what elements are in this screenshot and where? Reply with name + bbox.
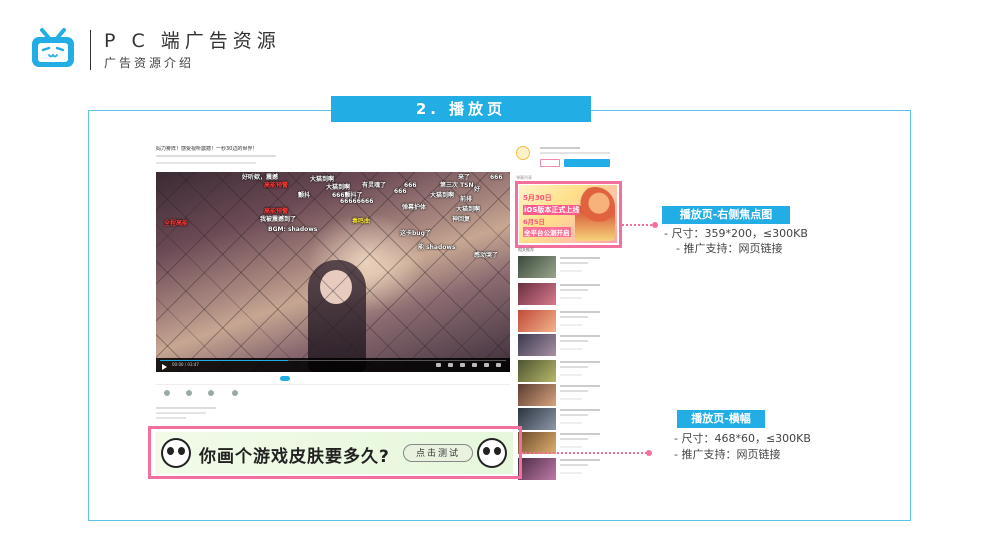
page-subtitle: 广告资源介绍 — [104, 56, 195, 70]
related-label: 相关推荐 — [518, 247, 534, 252]
danmaku-comment: 我被震撼到了 — [260, 216, 297, 223]
list-item[interactable] — [518, 384, 614, 406]
video-meta-line — [156, 162, 256, 164]
danmaku-comment: 第三次 TSN — [440, 182, 474, 189]
danmaku-comment: 有灵魂了 — [362, 182, 387, 189]
like-button[interactable] — [164, 390, 172, 397]
video-desc-line — [156, 417, 186, 419]
page-title: P C 端广告资源 — [104, 30, 281, 52]
list-item[interactable] — [518, 334, 614, 356]
list-item[interactable] — [518, 256, 614, 278]
danmaku-comment: 大猫到啊 — [456, 206, 481, 213]
settings-icon[interactable] — [448, 363, 453, 367]
webfullscreen-icon[interactable] — [484, 363, 489, 367]
danmaku-comment: 前排 — [460, 196, 473, 203]
list-item[interactable] — [518, 432, 614, 454]
danmaku-comment: 奏鸣曲 — [352, 218, 371, 225]
banner-ad-highlight — [148, 426, 522, 479]
video-fence-pattern — [156, 172, 510, 372]
video-meta-line — [156, 155, 276, 157]
danmaku-comment: 颤抖 — [298, 192, 311, 199]
avatar[interactable] — [516, 146, 530, 160]
danmaku-comment: 好 — [474, 186, 481, 193]
danmaku-comment: 666 — [490, 174, 503, 181]
volume-icon[interactable] — [460, 363, 465, 367]
list-item[interactable] — [518, 458, 614, 480]
uploader-name-line — [540, 147, 580, 149]
header-divider — [90, 30, 91, 70]
video-player[interactable]: 好听欸，震撼 大猫到啊 来了 666 高能预警 大猫到啊 有灵魂了 666 第三… — [156, 172, 510, 372]
video-actions — [156, 388, 510, 402]
follow-button[interactable] — [564, 159, 610, 167]
widescreen-icon[interactable] — [472, 363, 477, 367]
favorite-icon — [208, 390, 214, 396]
coin-icon — [186, 390, 192, 396]
list-item[interactable] — [518, 408, 614, 430]
danmaku-comment: 弹幕护体 — [402, 204, 427, 211]
danmaku-comment: 全程高能 — [164, 220, 189, 227]
favorite-button[interactable] — [208, 390, 216, 397]
charge-button[interactable] — [540, 159, 560, 167]
connector-line — [522, 452, 650, 454]
right-ad-highlight — [515, 181, 622, 248]
play-icon[interactable] — [162, 364, 167, 370]
danmaku-comment: 能 shadows — [418, 244, 456, 251]
danmaku-comment: 这卡bug了 — [400, 230, 431, 237]
list-item[interactable] — [518, 360, 614, 382]
share-icon — [232, 390, 238, 396]
annotation-tag-banner: 播放页-横幅 — [677, 410, 765, 428]
coin-button[interactable] — [186, 390, 194, 397]
bilibili-tv-logo-icon — [28, 28, 78, 70]
danmaku-comment: 感动哭了 — [474, 252, 499, 259]
danmaku-icon[interactable] — [436, 363, 441, 367]
danmaku-comment: 神回复 — [452, 216, 471, 223]
danmaku-comment: 大猫到啊 — [430, 192, 455, 199]
list-item[interactable] — [518, 283, 614, 305]
danmaku-comment: 66666666 — [340, 198, 374, 205]
fullscreen-icon[interactable] — [496, 363, 501, 367]
annotation-size: - 尺寸：359*200，≤300KB — [664, 227, 808, 240]
connector-dot — [646, 450, 652, 456]
video-desc-line — [156, 412, 206, 414]
danmaku-input-bar[interactable] — [156, 374, 510, 385]
connector-line — [622, 224, 656, 226]
danmaku-toggle[interactable] — [280, 376, 290, 381]
share-button[interactable] — [232, 390, 240, 397]
progress-bar[interactable] — [160, 360, 506, 361]
progress-fill — [160, 360, 288, 361]
like-icon — [164, 390, 170, 396]
section-title: 2. 播放页 — [331, 96, 591, 122]
annotation-size: - 尺寸：468*60，≤300KB — [674, 432, 811, 445]
annotation-support: - 推广支持：网页链接 — [674, 448, 781, 461]
video-desc-line — [156, 407, 216, 409]
danmaku-comment: 666 — [394, 188, 407, 195]
player-time: 00:00 / 03:47 — [172, 362, 199, 367]
danmaku-comment: 高能预警 — [264, 182, 289, 189]
list-item[interactable] — [518, 310, 614, 332]
video-title: 妈力雾阵！感受视听震撼！一秒30边的世界！ — [156, 146, 258, 152]
player-controls[interactable]: 00:00 / 03:47 — [156, 358, 510, 372]
connector-dot — [652, 222, 658, 228]
danmaku-comment: BGM: shadows — [268, 226, 318, 233]
uploader-desc-line — [540, 152, 610, 154]
annotation-support: - 推广支持：网页链接 — [676, 242, 783, 255]
annotation-tag-right-focus: 播放页-右侧焦点图 — [662, 206, 790, 224]
